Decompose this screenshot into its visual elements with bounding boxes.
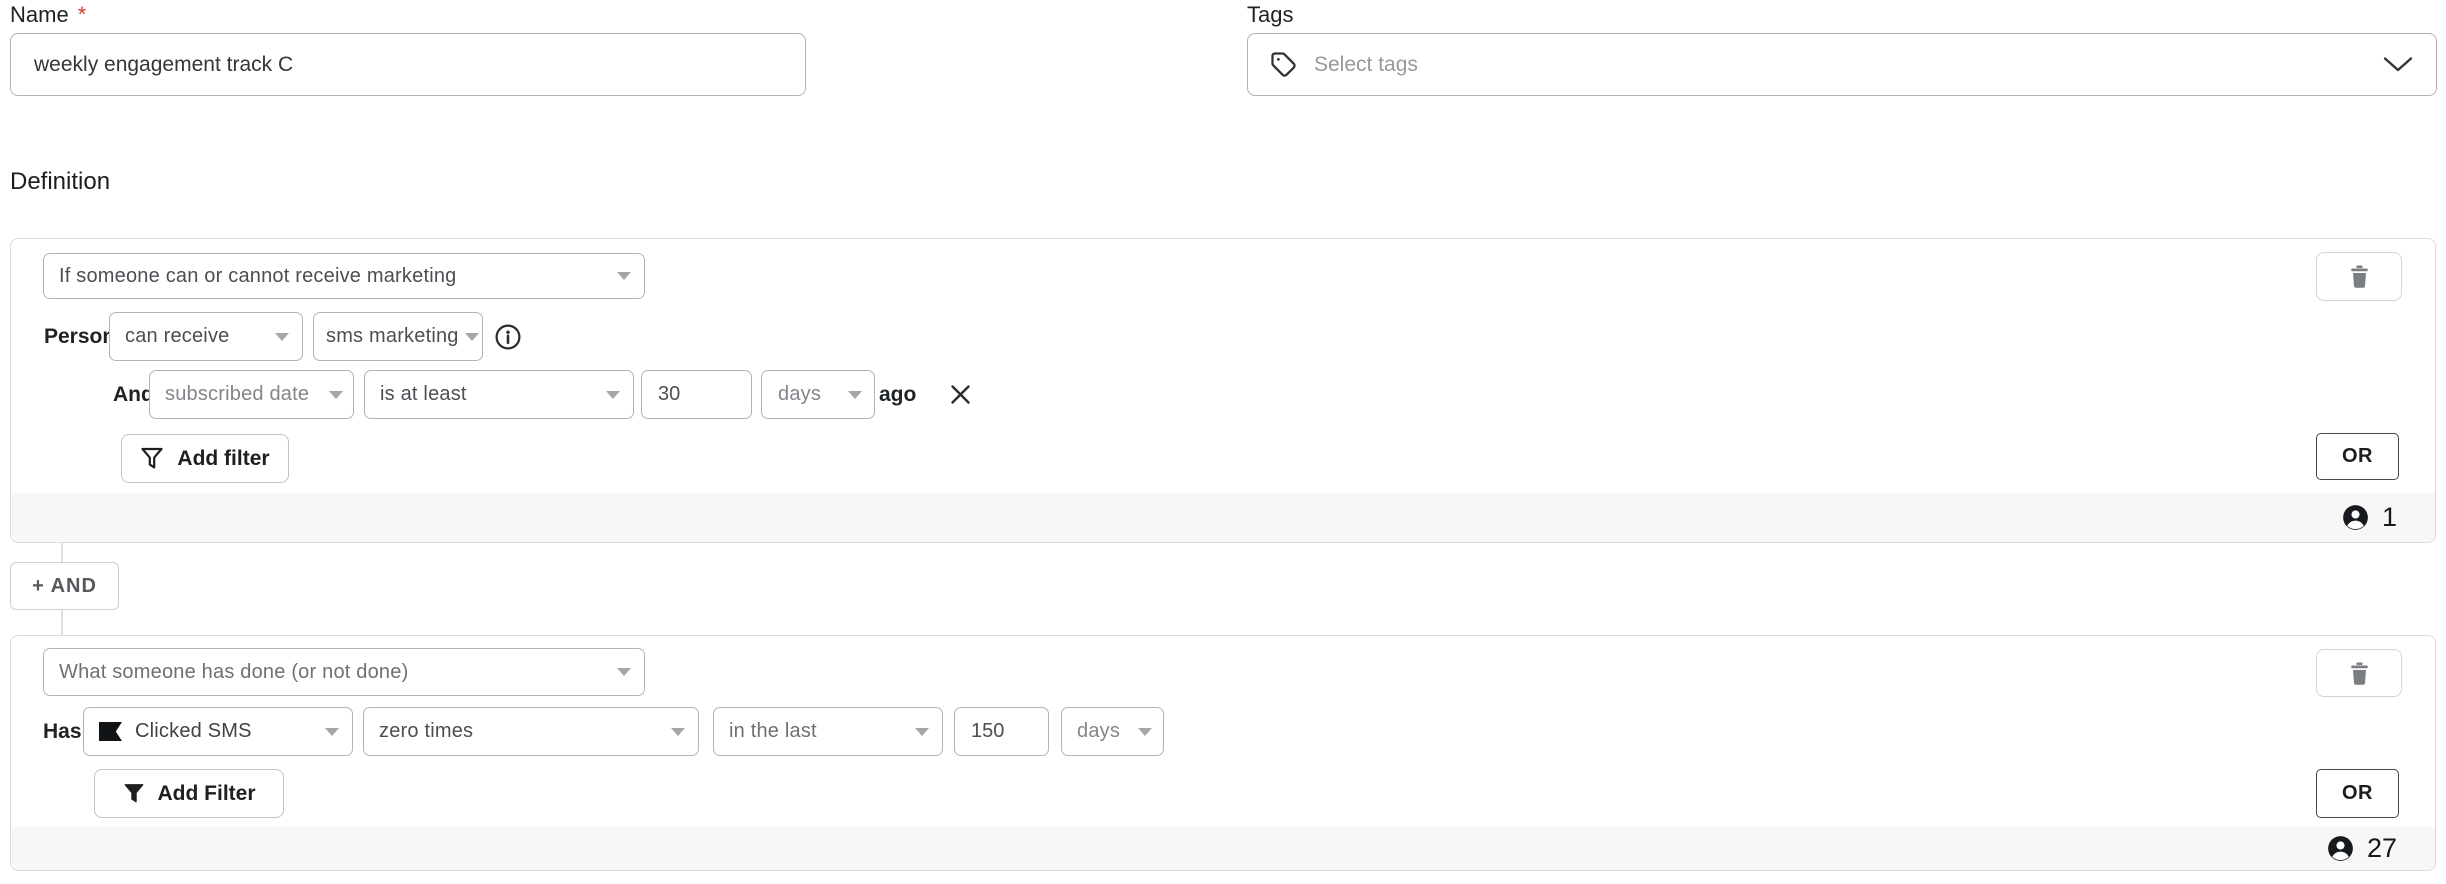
condition-type-select-1[interactable]: If someone can or cannot receive marketi…	[43, 253, 645, 299]
caret-down-icon	[617, 668, 631, 676]
person-circle-icon	[2342, 504, 2369, 531]
add-filter-button-2[interactable]: Add Filter	[94, 769, 284, 818]
caret-down-icon	[1138, 728, 1152, 736]
chevron-down-icon	[2382, 56, 2414, 73]
condition-type-value-1: If someone can or cannot receive marketi…	[59, 265, 457, 288]
consent-channel-select[interactable]: sms marketing	[313, 312, 483, 361]
timeframe-select[interactable]: in the last	[713, 707, 943, 756]
caret-down-icon	[325, 728, 339, 736]
segment-definition-page: Name * Tags Select tags Definition + AND…	[0, 0, 2446, 884]
caret-down-icon	[329, 391, 343, 399]
definition-heading: Definition	[10, 168, 110, 196]
property-select[interactable]: subscribed date	[149, 370, 354, 419]
profile-count-1: 1	[2382, 502, 2397, 533]
info-icon[interactable]	[495, 324, 521, 350]
tags-label: Tags	[1247, 2, 1293, 28]
trash-icon	[2349, 265, 2370, 288]
consent-action-value: can receive	[125, 325, 229, 348]
metric-select[interactable]: Clicked SMS	[83, 707, 353, 756]
delete-group-1-button[interactable]	[2316, 252, 2402, 301]
and-label: And	[113, 370, 154, 419]
caret-down-icon	[915, 728, 929, 736]
property-value: subscribed date	[165, 383, 309, 406]
frequency-value: zero times	[379, 720, 473, 743]
frequency-select[interactable]: zero times	[363, 707, 699, 756]
operator-select[interactable]: is at least	[364, 370, 634, 419]
person-label: Person	[44, 312, 115, 361]
caret-down-icon	[465, 333, 479, 341]
tag-icon	[1270, 51, 1297, 78]
person-circle-icon	[2327, 835, 2354, 862]
unit-select-2[interactable]: days	[1061, 707, 1164, 756]
or-button-2[interactable]: OR	[2316, 769, 2399, 818]
caret-down-icon	[275, 333, 289, 341]
or-label-1: OR	[2342, 445, 2373, 468]
or-button-1[interactable]: OR	[2316, 433, 2399, 480]
consent-channel-value: sms marketing	[326, 325, 459, 348]
condition-group-2: What someone has done (or not done) Has …	[10, 635, 2436, 871]
close-icon[interactable]	[947, 381, 974, 408]
name-label-text: Name	[10, 2, 69, 28]
unit-value-1: days	[778, 383, 821, 406]
timeframe-value: in the last	[729, 720, 817, 743]
amount-input-1[interactable]	[641, 370, 752, 419]
or-label-2: OR	[2342, 782, 2373, 805]
consent-action-select[interactable]: can receive	[109, 312, 303, 361]
add-filter-label-1: Add filter	[177, 447, 269, 471]
metric-value: Clicked SMS	[135, 720, 252, 743]
caret-down-icon	[671, 728, 685, 736]
required-asterisk: *	[78, 2, 87, 28]
caret-down-icon	[606, 391, 620, 399]
unit-value-2: days	[1077, 720, 1120, 743]
funnel-filled-icon	[123, 782, 145, 805]
add-filter-button-1[interactable]: Add filter	[121, 434, 289, 483]
name-label: Name *	[10, 2, 86, 28]
add-and-button[interactable]: + AND	[10, 562, 119, 610]
tags-placeholder: Select tags	[1314, 53, 1418, 77]
funnel-outline-icon	[140, 446, 164, 471]
condition-type-value-2: What someone has done (or not done)	[59, 661, 408, 684]
amount-input-2[interactable]	[954, 707, 1049, 756]
add-filter-label-2: Add Filter	[158, 782, 256, 806]
caret-down-icon	[617, 272, 631, 280]
unit-select-1[interactable]: days	[761, 370, 875, 419]
delete-group-2-button[interactable]	[2316, 649, 2402, 697]
caret-down-icon	[848, 391, 862, 399]
has-label: Has	[43, 707, 82, 756]
flag-icon	[99, 722, 122, 741]
trash-icon	[2349, 662, 2370, 685]
tags-select[interactable]: Select tags	[1247, 33, 2437, 96]
name-input[interactable]	[10, 33, 806, 96]
group-2-footer: 27	[11, 827, 2435, 870]
profile-count-2: 27	[2367, 833, 2397, 864]
ago-label: ago	[879, 370, 916, 419]
operator-value: is at least	[380, 383, 467, 406]
condition-type-select-2[interactable]: What someone has done (or not done)	[43, 648, 645, 696]
add-and-label: + AND	[32, 575, 97, 598]
group-1-footer: 1	[11, 493, 2435, 542]
condition-group-1: If someone can or cannot receive marketi…	[10, 238, 2436, 543]
